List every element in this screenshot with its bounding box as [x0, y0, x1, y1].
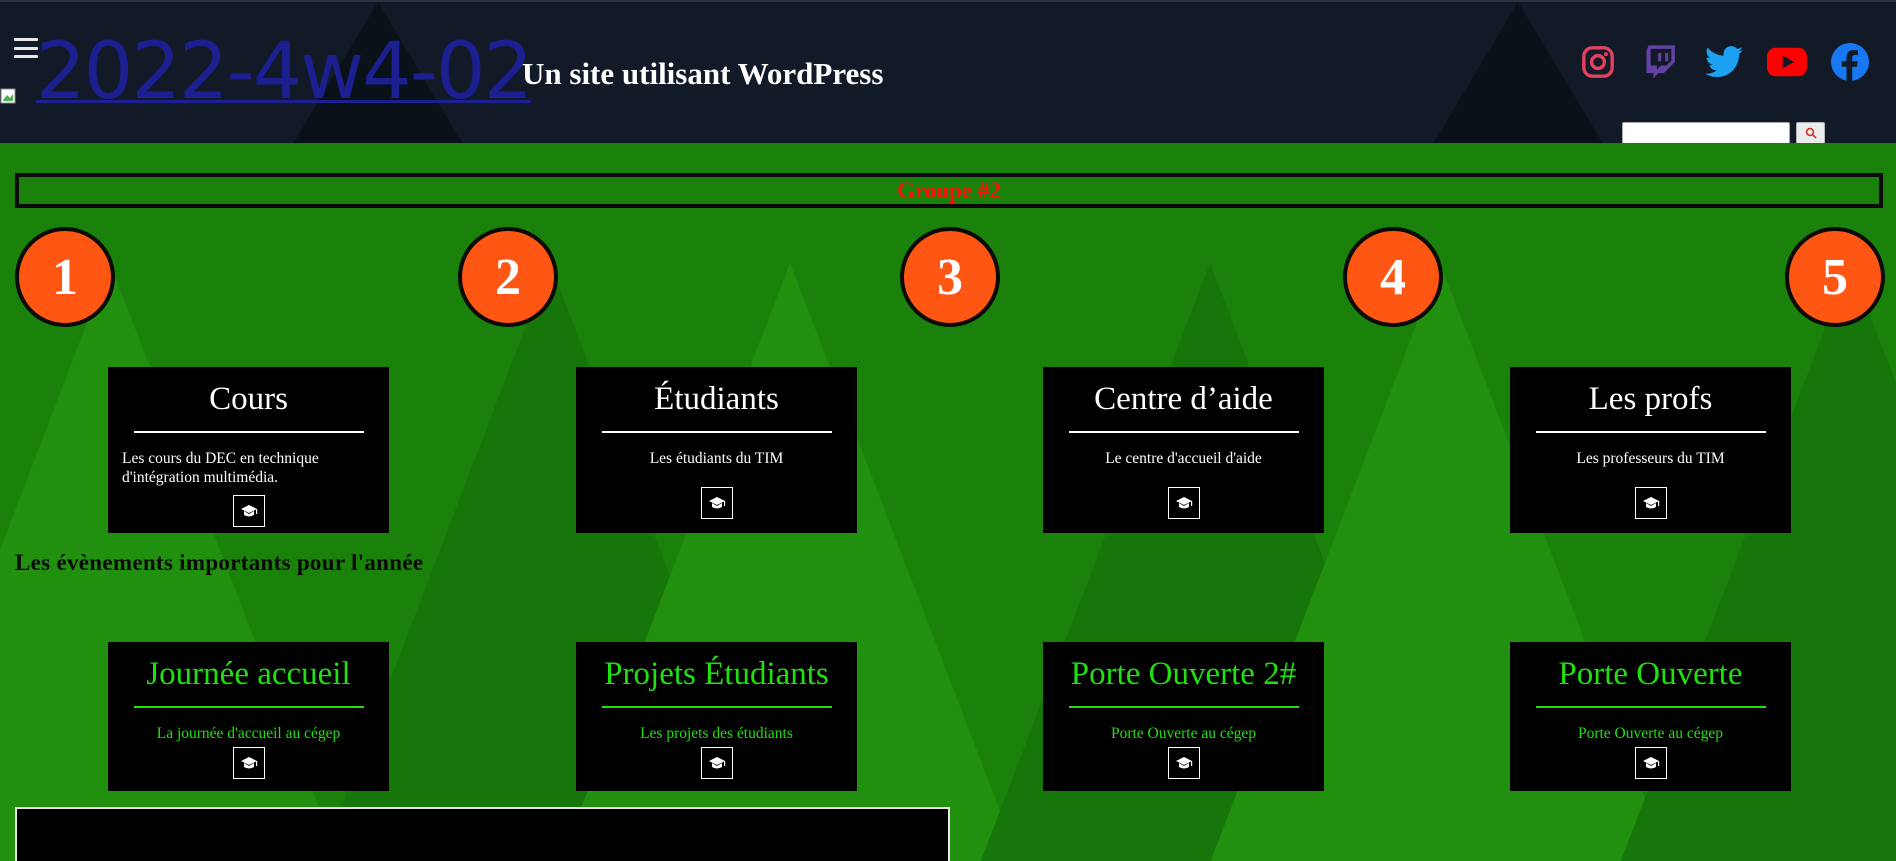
event-divider [1068, 706, 1299, 708]
event-card-journee-accueil[interactable]: Journée accueil La journée d'accueil au … [108, 642, 389, 791]
instagram-icon[interactable] [1578, 42, 1618, 82]
main-content: Groupe #2 1 2 3 4 5 Cours Les cours du D… [0, 143, 1896, 861]
graduation-cap-icon[interactable] [232, 747, 265, 779]
graduation-cap-icon[interactable] [1167, 487, 1200, 519]
card-divider [1535, 431, 1766, 433]
card-divider [133, 431, 364, 433]
search-icon [1805, 127, 1817, 139]
event-title: Porte Ouverte 2# [1070, 656, 1297, 692]
event-title: Journée accueil [146, 656, 351, 692]
menu-icon[interactable] [14, 38, 38, 58]
broken-image-icon [0, 88, 16, 104]
event-description: Porte Ouverte au cégep [1577, 725, 1724, 742]
event-title: Porte Ouverte [1558, 656, 1743, 692]
event-card-porte-ouverte-2[interactable]: Porte Ouverte 2# Porte Ouverte au cégep [1043, 642, 1324, 791]
embedded-media-box [15, 807, 950, 861]
facebook-icon[interactable] [1830, 42, 1870, 82]
search-button[interactable] [1796, 122, 1825, 143]
event-description: Les projets des étudiants [640, 725, 793, 742]
card-centre-aide[interactable]: Centre d’aide Le centre d'accueil d'aide [1043, 367, 1324, 533]
card-divider [1068, 431, 1299, 433]
events-heading: Les évènements importants pour l'année [15, 550, 424, 575]
group-banner: Groupe #2 [15, 173, 1883, 208]
twitch-icon[interactable] [1641, 42, 1681, 82]
event-divider [1535, 706, 1766, 708]
graduation-cap-icon[interactable] [700, 487, 733, 519]
graduation-cap-icon[interactable] [700, 747, 733, 779]
card-description: Les étudiants du TIM [649, 450, 784, 467]
event-description: Porte Ouverte au cégep [1110, 725, 1257, 742]
card-title: Les profs [1588, 381, 1713, 417]
site-tagline: Un site utilisant WordPress [522, 56, 884, 91]
site-header: 2022-4w4-02 Un site utilisant WordPress [0, 0, 1896, 143]
youtube-icon[interactable] [1767, 42, 1807, 82]
event-divider [133, 706, 364, 708]
card-cours[interactable]: Cours Les cours du DEC en technique d'in… [108, 367, 389, 533]
step-circle: 4 [1343, 227, 1443, 327]
card-etudiants[interactable]: Étudiants Les étudiants du TIM [576, 367, 857, 533]
graduation-cap-icon[interactable] [1167, 747, 1200, 779]
graduation-cap-icon[interactable] [232, 495, 265, 527]
card-title: Centre d’aide [1094, 381, 1273, 417]
twitter-icon[interactable] [1704, 42, 1744, 82]
step-circle: 5 [1785, 227, 1885, 327]
event-card-projets-etudiants[interactable]: Projets Étudiants Les projets des étudia… [576, 642, 857, 791]
card-description: Les cours du DEC en technique d'intégrat… [122, 450, 319, 486]
site-title-link[interactable]: 2022-4w4-02 [36, 28, 533, 116]
card-title: Cours [209, 381, 288, 417]
card-title: Étudiants [654, 381, 779, 417]
step-circle: 3 [900, 227, 1000, 327]
card-description: Le centre d'accueil d'aide [1105, 450, 1262, 467]
step-circle: 1 [15, 227, 115, 327]
graduation-cap-icon[interactable] [1634, 747, 1667, 779]
event-description: La journée d'accueil au cégep [156, 725, 341, 742]
card-description: Les professeurs du TIM [1576, 450, 1725, 467]
graduation-cap-icon[interactable] [1634, 487, 1667, 519]
search-input[interactable] [1622, 122, 1790, 143]
event-divider [601, 706, 832, 708]
event-title: Projets Étudiants [604, 656, 829, 692]
event-card-porte-ouverte[interactable]: Porte Ouverte Porte Ouverte au cégep [1510, 642, 1791, 791]
step-circle: 2 [458, 227, 558, 327]
card-les-profs[interactable]: Les profs Les professeurs du TIM [1510, 367, 1791, 533]
card-divider [601, 431, 832, 433]
